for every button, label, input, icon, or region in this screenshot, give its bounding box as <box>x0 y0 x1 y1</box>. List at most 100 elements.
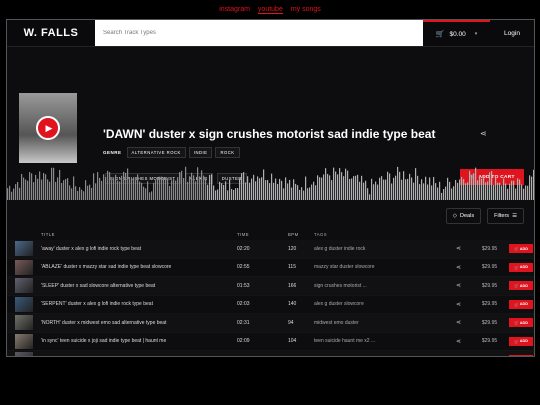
waveform-bar <box>525 185 527 200</box>
search-input[interactable] <box>103 30 423 36</box>
share-icon[interactable]: ⋖ <box>456 319 470 326</box>
waveform-bar <box>517 178 519 200</box>
waveform-bar <box>319 177 321 200</box>
waveform-bar <box>213 185 215 200</box>
table-row[interactable]: 'SERPENT' duster x alex g lofi indie roc… <box>7 296 534 314</box>
share-icon[interactable]: ⋖ <box>456 338 470 345</box>
add-button[interactable]: 🛒ADD <box>509 244 533 254</box>
waveform-bar <box>311 184 313 200</box>
waveform-bar <box>283 188 285 200</box>
track-thumbnail[interactable] <box>15 296 33 312</box>
filters-button[interactable]: Filters ☰ <box>487 208 524 224</box>
track-thumbnail[interactable] <box>15 241 33 257</box>
waveform-bar <box>93 173 95 200</box>
track-tags[interactable]: alex g duster slowcore <box>314 301 456 307</box>
table-row[interactable]: 'SLEEP' duster x sad slowcore alternativ… <box>7 277 534 296</box>
add-button[interactable]: 🛒ADD <box>509 355 533 356</box>
waveform-bar <box>437 187 439 200</box>
waveform-bar <box>81 189 83 200</box>
waveform-bar <box>19 187 21 200</box>
track-tags[interactable]: sign crushes motorist ... <box>314 283 456 289</box>
col-time: TIME <box>237 231 250 237</box>
track-title[interactable]: 'in sync' teen suicide x joji sad indie … <box>41 338 237 344</box>
waveform-bar <box>79 187 81 200</box>
waveform-bar <box>493 184 495 200</box>
waveform-bar <box>9 185 11 200</box>
track-tags[interactable]: mazzy star duster slowcore <box>314 264 456 270</box>
waveform-bar <box>43 173 45 200</box>
add-button[interactable]: 🛒ADD <box>509 336 533 346</box>
track-tags[interactable]: midwest emo duster <box>314 320 456 326</box>
track-tags[interactable]: teen suicide haunt me x2 ... <box>314 338 456 344</box>
track-title[interactable]: 'away' duster x alex g lofi indie rock t… <box>41 246 237 252</box>
track-title[interactable]: 'NORTH' duster x midwest emo sad alterna… <box>41 320 237 326</box>
waveform-bar <box>445 186 447 200</box>
waveform-bar <box>37 178 39 200</box>
waveform-bar <box>183 178 185 200</box>
waveform-bar <box>221 183 223 200</box>
waveform-bar <box>491 171 493 200</box>
waveform-bar <box>217 189 219 200</box>
genre-tag[interactable]: INDIE <box>188 147 213 158</box>
waveform-bar <box>209 174 211 200</box>
cart-button[interactable]: 🛒 $0.00 ▾ <box>423 20 490 46</box>
waveform-bar <box>7 188 9 200</box>
share-icon[interactable]: ⋖ <box>456 282 470 289</box>
store-logo[interactable]: W. FALLS <box>7 20 95 46</box>
waveform-bar <box>177 177 179 200</box>
waveform-bar <box>127 168 129 200</box>
track-thumbnail[interactable] <box>15 352 33 356</box>
track-thumbnail[interactable] <box>15 333 33 349</box>
search-box[interactable] <box>95 20 423 46</box>
play-icon[interactable]: ▶ <box>36 116 60 140</box>
waveform[interactable] <box>7 158 535 200</box>
waveform-bar <box>361 175 363 200</box>
waveform-bar <box>485 182 487 200</box>
share-icon[interactable]: ⋖ <box>480 129 487 138</box>
waveform-bar <box>391 183 393 200</box>
waveform-bar <box>325 168 327 200</box>
waveform-bar <box>461 176 463 200</box>
youtube-link[interactable]: youtube <box>257 6 283 14</box>
featured-track-title[interactable]: 'DAWN' duster x sign crushes motorist sa… <box>103 127 435 141</box>
waveform-bar <box>441 192 443 200</box>
genre-tag[interactable]: ROCK <box>215 147 240 158</box>
table-row[interactable]: 'WILT' duster x alex g sad alternative i… <box>7 351 534 357</box>
track-thumbnail[interactable] <box>15 278 33 294</box>
table-row[interactable]: 'in sync' teen suicide x joji sad indie … <box>7 333 534 351</box>
table-row[interactable]: 'ABLAZE' duster x mazzy star sad indie t… <box>7 259 534 277</box>
login-button[interactable]: Login <box>490 20 534 46</box>
waveform-bar <box>353 176 355 200</box>
waveform-bar <box>351 178 353 200</box>
waveform-bar <box>449 181 451 200</box>
track-thumbnail[interactable] <box>15 259 33 275</box>
waveform-bar <box>341 172 343 200</box>
track-title[interactable]: 'SLEEP' duster x sad slowcore alternativ… <box>41 283 237 289</box>
share-icon[interactable]: ⋖ <box>456 301 470 308</box>
track-title[interactable]: 'ABLAZE' duster x mazzy star sad indie t… <box>41 264 237 270</box>
waveform-bar <box>167 178 169 200</box>
add-button[interactable]: 🛒ADD <box>509 299 533 309</box>
track-tags[interactable]: alex g duster indie rock <box>314 246 456 252</box>
waveform-bar <box>343 176 345 200</box>
waveform-bar <box>139 181 141 200</box>
share-icon[interactable]: ⋖ <box>456 264 470 271</box>
table-row[interactable]: 'NORTH' duster x midwest emo sad alterna… <box>7 314 534 333</box>
track-thumbnail[interactable] <box>15 315 33 331</box>
waveform-bar <box>397 166 399 200</box>
cart-total: $0.00 <box>449 30 466 38</box>
add-button[interactable]: 🛒ADD <box>509 262 533 272</box>
genre-tag[interactable]: ALTERNATIVE ROCK <box>126 147 186 158</box>
my-songs-link[interactable]: my songs <box>291 6 321 13</box>
waveform-bar <box>411 177 413 200</box>
add-button[interactable]: 🛒ADD <box>509 281 533 291</box>
share-icon[interactable]: ⋖ <box>456 245 470 252</box>
share-icon[interactable]: ⋖ <box>456 356 470 357</box>
instagram-link[interactable]: instagram <box>219 6 250 13</box>
deals-button[interactable]: ◇ Deals <box>445 208 482 224</box>
waveform-bar <box>49 181 51 200</box>
table-row[interactable]: 'away' duster x alex g lofi indie rock t… <box>7 240 534 259</box>
waveform-bar <box>223 184 225 200</box>
track-title[interactable]: 'SERPENT' duster x alex g lofi indie roc… <box>41 301 237 307</box>
add-button[interactable]: 🛒ADD <box>509 318 533 328</box>
